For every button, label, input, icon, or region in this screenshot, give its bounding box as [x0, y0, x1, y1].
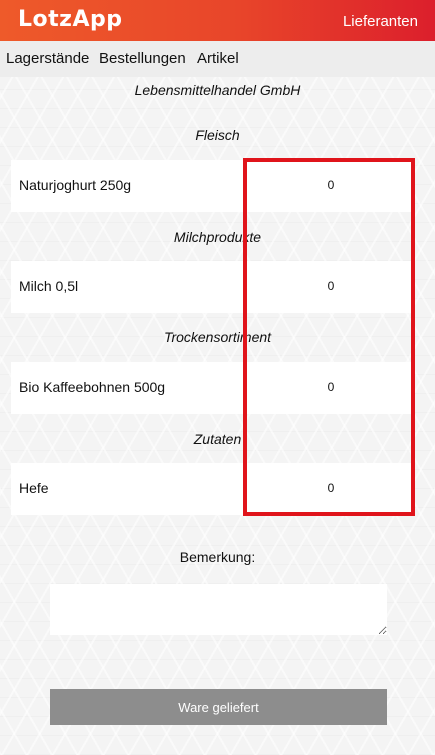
main-nav: Lagerstände Bestellungen Artikel: [0, 41, 435, 77]
nav-item-orders[interactable]: Bestellungen: [99, 50, 186, 67]
article-row: Bio Kaffeebohnen 500g 0: [11, 362, 414, 414]
remark-textarea[interactable]: [50, 584, 387, 635]
article-name: Hefe: [19, 480, 49, 496]
article-name: Naturjoghurt 250g: [19, 177, 132, 193]
nav-item-articles[interactable]: Artikel: [197, 50, 239, 67]
article-row: Milch 0,5l 0: [11, 261, 414, 313]
remark-label: Bemerkung:: [179, 549, 256, 565]
suppliers-link[interactable]: Lieferanten: [343, 13, 418, 30]
article-name: Milch 0,5l: [19, 278, 79, 294]
quantity-value[interactable]: 0: [247, 481, 415, 495]
quantity-value[interactable]: 0: [247, 178, 415, 192]
article-row: Naturjoghurt 250g 0: [11, 160, 414, 212]
article-row: Hefe 0: [11, 463, 414, 515]
quantity-value[interactable]: 0: [247, 279, 415, 293]
category-heading: Zutaten: [193, 431, 242, 447]
app-header: LotzApp Lieferanten: [0, 0, 435, 41]
category-heading: Milchprodukte: [173, 229, 262, 245]
supplier-name: Lebensmittelhandel GmbH: [134, 82, 301, 98]
quantity-value[interactable]: 0: [247, 380, 415, 394]
goods-delivered-button[interactable]: Ware geliefert: [50, 689, 387, 725]
category-heading: Fleisch: [195, 127, 240, 143]
nav-item-stock[interactable]: Lagerstände: [6, 50, 89, 67]
app-logo[interactable]: LotzApp: [18, 7, 122, 32]
category-heading: Trockensortiment: [163, 329, 272, 345]
article-name: Bio Kaffeebohnen 500g: [19, 379, 166, 395]
